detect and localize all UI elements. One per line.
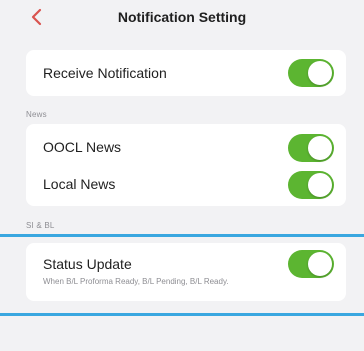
news-card: OOCL News Local News (26, 124, 346, 206)
receive-notification-toggle[interactable] (288, 59, 334, 87)
oocl-news-label: OOCL News (43, 139, 122, 155)
focus-indicator-bottom (0, 313, 364, 316)
toggle-knob (308, 61, 332, 85)
section-header-news: News (26, 110, 47, 119)
notification-setting-screen: Notification Setting Receive Notificatio… (0, 0, 364, 351)
local-news-label: Local News (43, 176, 116, 192)
toggle-knob (308, 136, 332, 160)
status-update-toggle[interactable] (288, 250, 334, 278)
receive-notification-card: Receive Notification (26, 50, 346, 96)
focus-indicator-top (0, 234, 364, 237)
toggle-knob (308, 252, 332, 276)
receive-notification-row: Receive Notification (26, 54, 346, 92)
status-update-label: Status Update (43, 256, 132, 272)
status-update-description: When B/L Proforma Ready, B/L Pending, B/… (43, 277, 229, 286)
nav-bar: Notification Setting (0, 0, 364, 38)
local-news-toggle[interactable] (288, 171, 334, 199)
page-title: Notification Setting (117, 9, 247, 25)
local-news-row: Local News (26, 165, 346, 203)
toggle-knob (308, 173, 332, 197)
oocl-news-row: OOCL News (26, 128, 346, 166)
receive-notification-label: Receive Notification (43, 65, 167, 81)
section-header-si-bl: SI & BL (26, 221, 55, 230)
si-bl-card: Status Update When B/L Proforma Ready, B… (26, 243, 346, 301)
oocl-news-toggle[interactable] (288, 134, 334, 162)
